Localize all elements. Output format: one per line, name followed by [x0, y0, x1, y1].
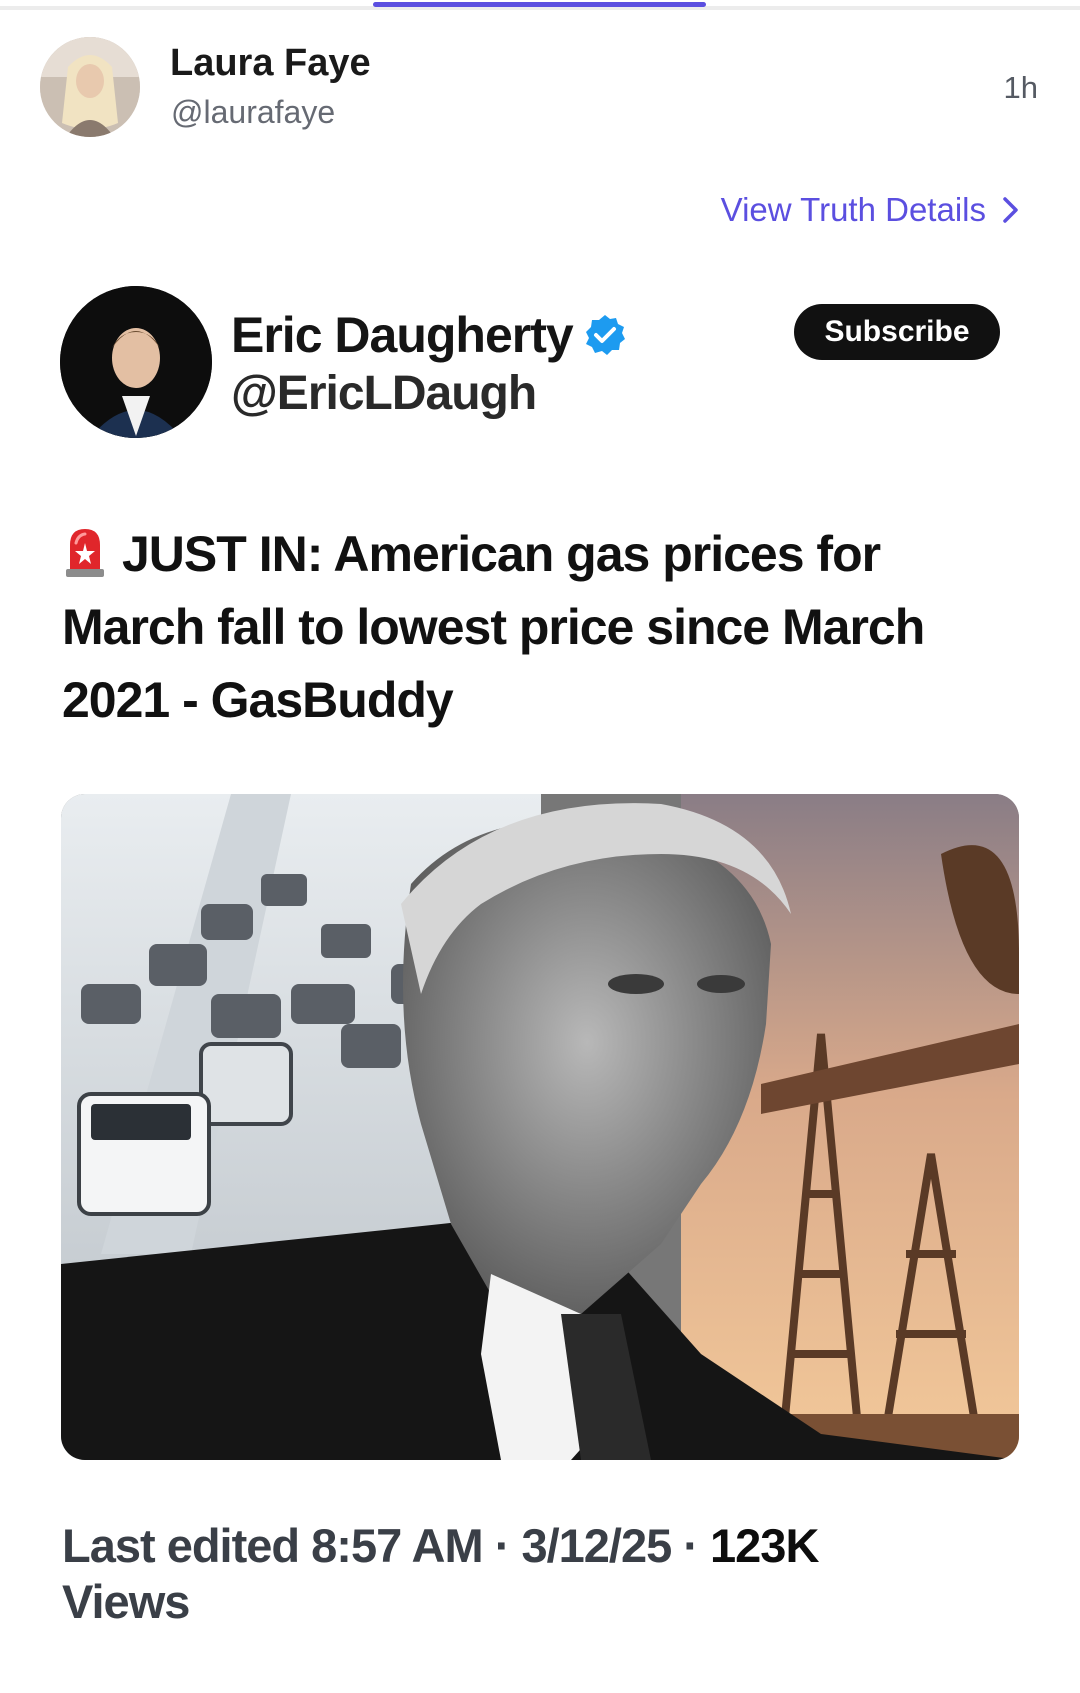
top-progress-indicator	[373, 2, 706, 7]
poster-avatar-image	[40, 37, 140, 137]
author-handle: @EricLDaugh	[231, 367, 537, 420]
author-name: Eric Daugherty	[231, 307, 574, 363]
edited-time: 8:57 AM	[311, 1519, 483, 1572]
post-meta: Last edited 8:57 AM · 3/12/25 · 123K View…	[62, 1518, 1022, 1630]
author-avatar	[60, 286, 212, 438]
author-avatar-image	[60, 286, 212, 438]
poster-avatar[interactable]	[40, 37, 140, 137]
chevron-right-icon	[1003, 197, 1018, 223]
subscribe-button: Subscribe	[794, 304, 1000, 360]
quoted-post: Eric Daugherty @EricLDaugh Subscribe JUS…	[0, 270, 1080, 1693]
meta-separator: ·	[671, 1519, 711, 1572]
views-count: 123K	[710, 1519, 819, 1572]
verified-badge-icon	[585, 315, 625, 355]
poster-name[interactable]: Laura Faye	[170, 40, 371, 86]
post-headline: JUST IN: American gas prices for March f…	[62, 518, 1022, 737]
siren-icon	[66, 529, 104, 577]
view-truth-details-link[interactable]: View Truth Details	[721, 190, 1022, 230]
meta-separator: ·	[482, 1519, 522, 1572]
post-timestamp: 1h	[1003, 70, 1038, 105]
photo-collage-graphic	[61, 794, 1019, 1460]
post-headline-text: JUST IN: American gas prices for March f…	[62, 526, 925, 728]
post-media-image	[61, 794, 1019, 1460]
views-label: Views	[62, 1575, 190, 1628]
author-name-row: Eric Daugherty	[231, 306, 627, 364]
poster-handle[interactable]: @laurafaye	[171, 92, 335, 132]
view-truth-details-label: View Truth Details	[720, 191, 986, 228]
edited-prefix: Last edited	[62, 1519, 312, 1572]
post-date: 3/12/25	[521, 1519, 672, 1572]
